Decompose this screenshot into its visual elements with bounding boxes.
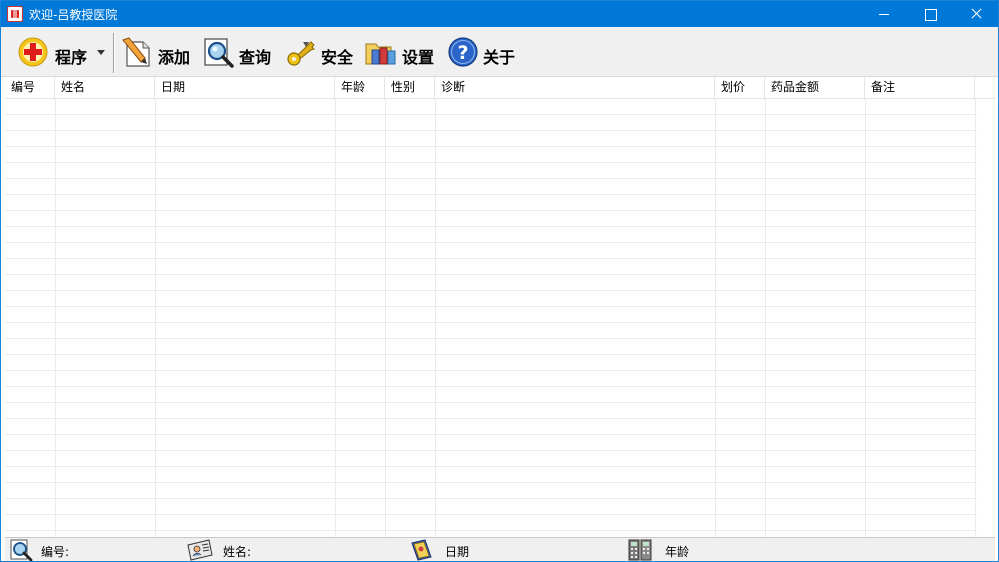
column-header-gender[interactable]: 性别	[385, 77, 435, 99]
window-title: 欢迎-吕教授医院	[29, 8, 118, 22]
table-row[interactable]	[5, 419, 977, 435]
column-divider	[865, 99, 866, 537]
table-row[interactable]	[5, 483, 977, 499]
column-header-drug-amount[interactable]: 药品金额	[765, 77, 865, 99]
program-label: 程序	[55, 48, 88, 67]
key-icon	[287, 41, 315, 66]
toolbar-separator	[113, 33, 114, 73]
minimize-button[interactable]	[861, 1, 907, 27]
settings-button[interactable]: 设置	[365, 31, 439, 73]
add-button[interactable]: 添加	[121, 31, 195, 73]
table-row[interactable]	[5, 147, 977, 163]
status-field-age: 年龄	[627, 538, 847, 562]
table-row[interactable]	[5, 291, 977, 307]
column-header-age[interactable]: 年龄	[335, 77, 385, 99]
status-field-name: 姓名:	[187, 538, 407, 562]
column-divider	[55, 99, 56, 537]
title-bar[interactable]: 欢迎-吕教授医院	[1, 1, 998, 27]
settings-label: 设置	[402, 48, 435, 67]
table-row[interactable]	[5, 195, 977, 211]
maximize-button[interactable]	[907, 1, 953, 27]
table-row[interactable]	[5, 243, 977, 259]
table-row[interactable]	[5, 403, 977, 419]
table-row[interactable]	[5, 499, 977, 515]
column-divider	[435, 99, 436, 537]
table-header: 编号 姓名 日期 年龄 性别 诊断 划价 药品金额 备注	[5, 77, 995, 99]
main-window: 欢迎-吕教授医院 程序 添加 查询 安全 设置 ? 关于 编号 姓名 日期 年龄…	[0, 0, 999, 562]
magnifier-icon	[10, 539, 33, 561]
table-row[interactable]	[5, 211, 977, 227]
column-header-date[interactable]: 日期	[155, 77, 335, 99]
about-label: 关于	[483, 48, 516, 67]
status-label-date: 日期	[445, 545, 470, 559]
add-label: 添加	[158, 48, 191, 67]
table-row[interactable]	[5, 275, 977, 291]
table-row[interactable]	[5, 115, 977, 131]
table-row[interactable]	[5, 339, 977, 355]
book-icon	[411, 539, 432, 561]
chevron-down-icon[interactable]	[97, 50, 105, 56]
status-label-id: 编号:	[41, 545, 70, 559]
table-row[interactable]	[5, 99, 977, 115]
toolbar: 程序 添加 查询 安全 设置 ? 关于	[1, 27, 998, 77]
column-header-remarks[interactable]: 备注	[865, 77, 975, 99]
status-field-id: 编号:	[7, 538, 177, 562]
column-header-price[interactable]: 划价	[715, 77, 765, 99]
table-row[interactable]	[5, 355, 977, 371]
svg-text:?: ?	[457, 42, 468, 64]
table-row[interactable]	[5, 179, 977, 195]
column-divider	[975, 99, 976, 537]
column-header-name[interactable]: 姓名	[55, 77, 155, 99]
status-bar: 编号: 姓名: 日期 年龄	[5, 537, 995, 561]
magnifier-icon	[204, 38, 234, 68]
table-row[interactable]	[5, 163, 977, 179]
security-button[interactable]: 安全	[285, 31, 357, 73]
help-icon: ?	[448, 37, 478, 67]
column-divider	[155, 99, 156, 537]
folder-settings-icon	[365, 43, 396, 65]
column-divider	[385, 99, 386, 537]
table-row[interactable]	[5, 307, 977, 323]
table-row[interactable]	[5, 515, 977, 531]
patient-table[interactable]: 编号 姓名 日期 年龄 性别 诊断 划价 药品金额 备注	[5, 77, 995, 537]
app-icon[interactable]	[7, 6, 23, 22]
about-button[interactable]: ? 关于	[447, 31, 517, 73]
table-row[interactable]	[5, 227, 977, 243]
table-row[interactable]	[5, 259, 977, 275]
status-label-name: 姓名:	[223, 545, 252, 559]
id-card-icon	[187, 539, 213, 561]
security-label: 安全	[321, 48, 354, 67]
red-cross-icon	[18, 37, 48, 67]
status-field-date: 日期	[407, 538, 627, 562]
table-row[interactable]	[5, 387, 977, 403]
column-divider	[715, 99, 716, 537]
column-divider	[335, 99, 336, 537]
column-divider	[765, 99, 766, 537]
table-row[interactable]	[5, 467, 977, 483]
table-row[interactable]	[5, 323, 977, 339]
close-button[interactable]	[953, 1, 999, 27]
query-button[interactable]: 查询	[202, 31, 276, 73]
column-header-id[interactable]: 编号	[5, 77, 55, 99]
query-label: 查询	[239, 48, 272, 67]
table-body[interactable]	[5, 99, 995, 537]
calculator-icon	[628, 539, 652, 561]
pencil-paper-icon	[122, 37, 150, 67]
table-row[interactable]	[5, 451, 977, 467]
program-menu-button[interactable]: 程序	[15, 31, 109, 73]
table-row[interactable]	[5, 131, 977, 147]
table-row[interactable]	[5, 435, 977, 451]
status-label-age: 年龄	[665, 545, 690, 559]
column-header-diagnosis[interactable]: 诊断	[435, 77, 715, 99]
table-row[interactable]	[5, 371, 977, 387]
